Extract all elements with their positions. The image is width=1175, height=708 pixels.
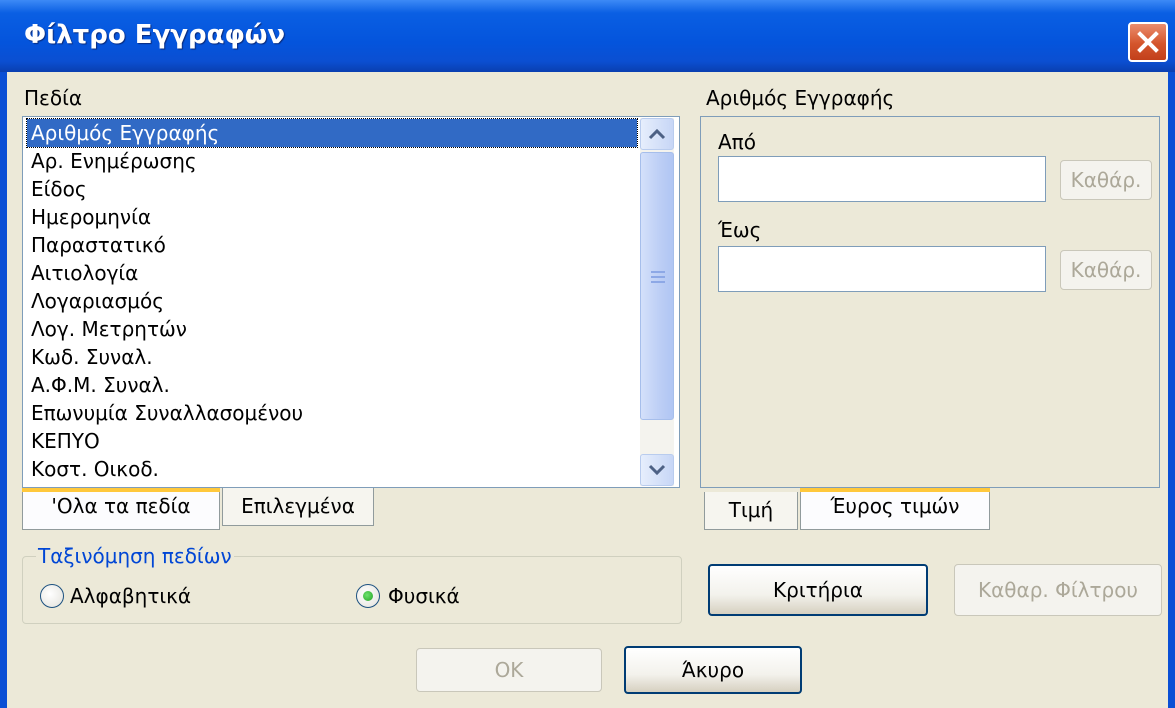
clear-filter-button[interactable]: Καθαρ. Φίλτρου xyxy=(954,564,1162,616)
list-item[interactable]: Αιτιολογία xyxy=(27,259,637,287)
criteria-button[interactable]: Κριτήρια xyxy=(708,564,928,616)
from-input[interactable] xyxy=(718,156,1046,202)
scroll-grip-icon xyxy=(651,271,665,286)
window-frame-left xyxy=(0,72,7,708)
fields-scrollbar[interactable] xyxy=(640,118,674,486)
clear-to-button[interactable]: Καθάρ. xyxy=(1060,250,1152,290)
fields-label: Πεδία xyxy=(24,86,83,110)
list-item[interactable]: ΚΕΠΥΟ xyxy=(27,427,637,455)
alphabetical-label[interactable]: Αλφαβητικά xyxy=(70,584,191,608)
list-item[interactable]: Α.Φ.Μ. Συναλ. xyxy=(27,371,637,399)
scroll-down-button[interactable] xyxy=(640,454,674,486)
radio-selected-dot-icon xyxy=(363,591,373,601)
to-label: Έως xyxy=(718,218,762,242)
natural-label[interactable]: Φυσικά xyxy=(388,584,460,608)
cancel-button[interactable]: Άκυρο xyxy=(624,646,802,694)
chevron-up-icon xyxy=(648,128,666,140)
tab-value[interactable]: Τιμή xyxy=(704,492,798,530)
tab-value-label: Τιμή xyxy=(728,498,774,522)
ok-button[interactable]: OK xyxy=(416,648,602,692)
scroll-thumb[interactable] xyxy=(640,152,674,420)
chevron-down-icon xyxy=(648,464,666,476)
tab-selected-fields-label: Επιλεγμένα xyxy=(241,494,355,518)
fields-list[interactable]: Αριθμός Εγγραφής Αρ. Ενημέρωσης Είδος Ημ… xyxy=(22,116,680,488)
title-bar: Φίλτρο Εγγραφών xyxy=(0,0,1175,72)
list-item[interactable]: Παραστατικό xyxy=(27,231,637,259)
list-item[interactable]: Κωδ. Συναλ. xyxy=(27,343,637,371)
tab-selected-fields[interactable]: Επιλεγμένα xyxy=(222,488,374,526)
list-item[interactable]: Λογ. Μετρητών xyxy=(27,315,637,343)
list-item[interactable]: Αρ. Ενημέρωσης xyxy=(27,147,637,175)
list-item[interactable]: Είδος xyxy=(27,175,637,203)
alphabetical-radio[interactable] xyxy=(40,584,64,608)
tab-value-range-label: Έυρος τιμών xyxy=(830,494,960,518)
range-header: Αριθμός Εγγραφής xyxy=(706,86,895,110)
scroll-up-button[interactable] xyxy=(640,118,674,150)
natural-radio[interactable] xyxy=(356,584,380,608)
sorting-title: Ταξινόμηση πεδίων xyxy=(36,544,234,568)
list-item[interactable]: Αριθμός Εγγραφής xyxy=(26,118,638,148)
list-item[interactable]: Λογαριασμός xyxy=(27,287,637,315)
list-item[interactable]: Κοστ. Οικοδ. xyxy=(27,455,637,483)
to-input[interactable] xyxy=(718,246,1046,292)
tab-all-fields-label: 'Ολα τα πεδία xyxy=(51,494,191,518)
list-item[interactable]: Ημερομηνία xyxy=(27,203,637,231)
tab-all-fields[interactable]: 'Ολα τα πεδία xyxy=(22,488,220,530)
list-item[interactable]: Επωνυμία Συναλλασομένου xyxy=(27,399,637,427)
tab-value-range[interactable]: Έυρος τιμών xyxy=(800,488,990,530)
window-frame-right xyxy=(1168,72,1175,708)
window-title: Φίλτρο Εγγραφών xyxy=(24,20,286,50)
close-button[interactable] xyxy=(1128,22,1168,62)
clear-from-button[interactable]: Καθάρ. xyxy=(1060,160,1152,200)
from-label: Από xyxy=(718,130,756,154)
close-icon xyxy=(1137,31,1159,53)
